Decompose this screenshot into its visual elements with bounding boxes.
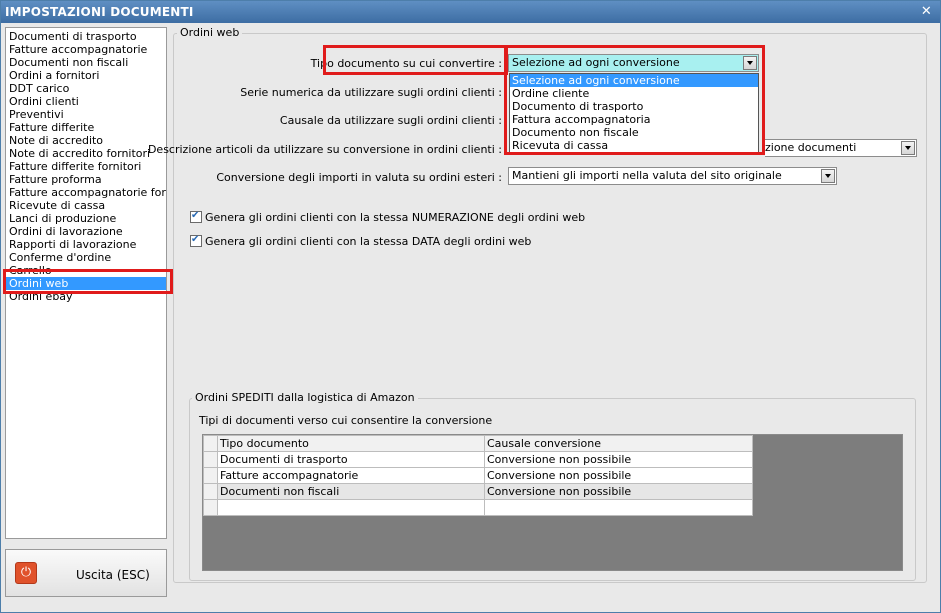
amazon-subtitle: Tipi di documenti verso cui consentire l… [199,414,493,427]
descrizione-articoli-label: Descrizione articoli da utilizzare su co… [147,143,502,156]
tipo-documento-dropdown[interactable]: Selezione ad ogni conversione Ordine clie… [509,73,759,153]
conversione-valuta-value: Mantieni gli importi nella valuta del si… [512,169,782,182]
chevron-down-icon[interactable] [743,56,757,70]
tipo-documento-select[interactable]: Selezione ad ogni conversione [508,54,759,72]
sidebar-item[interactable]: Carrello [6,264,166,277]
check-numerazione[interactable]: Genera gli ordini clienti con la stessa … [190,210,586,224]
exit-button[interactable]: Uscita (ESC) [5,549,167,597]
column-header-tipo[interactable]: Tipo documento [217,435,485,452]
cell-tipo-documento[interactable]: Fatture accompagnatorie [217,467,485,484]
serie-numerica-label: Serie numerica da utilizzare sugli ordin… [240,86,502,99]
tipo-documento-label: Tipo documento su cui convertire : [310,57,502,70]
sidebar-item[interactable]: Note di accredito fornitori [6,147,166,160]
sidebar-item[interactable]: Fatture proforma [6,173,166,186]
check-data[interactable]: Genera gli ordini clienti con la stessa … [190,234,532,248]
sidebar-item[interactable]: Fatture accompagnatorie [6,43,166,56]
dropdown-option[interactable]: Documento non fiscale [510,126,758,139]
tipo-documento-value: Selezione ad ogni conversione [512,56,680,69]
table-row[interactable]: Fatture accompagnatorie Conversione non p… [203,467,753,484]
dropdown-option[interactable]: Selezione ad ogni conversione [510,74,758,87]
sidebar-item[interactable]: Lanci di produzione [6,212,166,225]
cell-causale-conversione[interactable]: Conversione non possibile [484,451,753,468]
sidebar-item[interactable]: DDT carico [6,82,166,95]
sidebar-item[interactable]: Ordini ebay [6,290,166,303]
dropdown-option[interactable]: Fattura accompagnatoria [510,113,758,126]
sidebar-item[interactable]: Ordini di lavorazione [6,225,166,238]
causale-label: Causale da utilizzare sugli ordini clien… [279,114,502,127]
chevron-down-icon[interactable] [821,169,835,183]
checkbox-checked-icon[interactable] [190,234,202,247]
window-title: IMPOSTAZIONI DOCUMENTI [5,5,194,19]
descrizione-articoli-value: zione documenti [765,141,857,154]
sidebar-item[interactable]: Conferme d'ordine [6,251,166,264]
check-numerazione-label: Genera gli ordini clienti con la stessa … [205,211,586,224]
document-type-list[interactable]: Documenti di trasporto Fatture accompagna… [5,27,167,539]
title-bar: IMPOSTAZIONI DOCUMENTI ✕ [1,1,940,23]
conversione-valuta-label: Conversione degli importi in valuta su o… [216,171,502,184]
cell-tipo-documento[interactable]: Documenti di trasporto [217,451,485,468]
ordini-web-legend: Ordini web [177,26,243,39]
cell-causale-conversione[interactable] [484,499,753,516]
sidebar-item[interactable]: Fatture differite [6,121,166,134]
row-header[interactable] [203,467,218,484]
column-header-causale[interactable]: Causale conversione [484,435,753,452]
settings-window: IMPOSTAZIONI DOCUMENTI ✕ Documenti di tr… [0,0,941,613]
sidebar-item[interactable]: Note di accredito [6,134,166,147]
sidebar-item[interactable]: Ordini web [6,277,166,290]
exit-button-label: Uscita (ESC) [76,568,150,582]
sidebar-item[interactable]: Fatture differite fornitori [6,160,166,173]
row-header[interactable] [203,451,218,468]
row-header[interactable] [203,499,218,516]
sidebar-item[interactable]: Ordini a fornitori [6,69,166,82]
row-header-corner [203,435,218,452]
dropdown-option[interactable]: Ordine cliente [510,87,758,100]
power-icon [15,562,37,584]
cell-causale-conversione[interactable]: Conversione non possibile [484,467,753,484]
chevron-down-icon[interactable] [901,141,915,155]
cell-tipo-documento[interactable] [217,499,485,516]
close-icon[interactable]: ✕ [921,1,932,23]
cell-causale-conversione[interactable]: Conversione non possibile [484,483,753,500]
table-row[interactable]: Documenti non fiscali Conversione non pos… [203,483,753,500]
sidebar-item[interactable]: Preventivi [6,108,166,121]
amazon-conversion-grid[interactable]: Tipo documento Causale conversione Docum… [202,434,903,571]
sidebar-item[interactable]: Ricevute di cassa [6,199,166,212]
descrizione-articoli-select[interactable]: zione documenti [765,139,917,157]
table-row[interactable]: Documenti di trasporto Conversione non po… [203,451,753,468]
amazon-legend: Ordini SPEDITI dalla logistica di Amazon [192,391,418,404]
row-header[interactable] [203,483,218,500]
checkbox-checked-icon[interactable] [190,210,202,223]
dropdown-option[interactable]: Ricevuta di cassa [510,139,758,152]
sidebar-item[interactable]: Documenti non fiscali [6,56,166,69]
sidebar-item[interactable]: Documenti di trasporto [6,30,166,43]
sidebar-item[interactable]: Ordini clienti [6,95,166,108]
amazon-conversion-table: Tipo documento Causale conversione Docum… [203,435,753,516]
cell-tipo-documento[interactable]: Documenti non fiscali [217,483,485,500]
sidebar-item[interactable]: Fatture accompagnatorie fornito [6,186,166,199]
table-row[interactable] [203,499,753,516]
sidebar-item[interactable]: Rapporti di lavorazione [6,238,166,251]
conversione-valuta-select[interactable]: Mantieni gli importi nella valuta del si… [508,167,837,185]
check-data-label: Genera gli ordini clienti con la stessa … [205,235,532,248]
dropdown-option[interactable]: Documento di trasporto [510,100,758,113]
